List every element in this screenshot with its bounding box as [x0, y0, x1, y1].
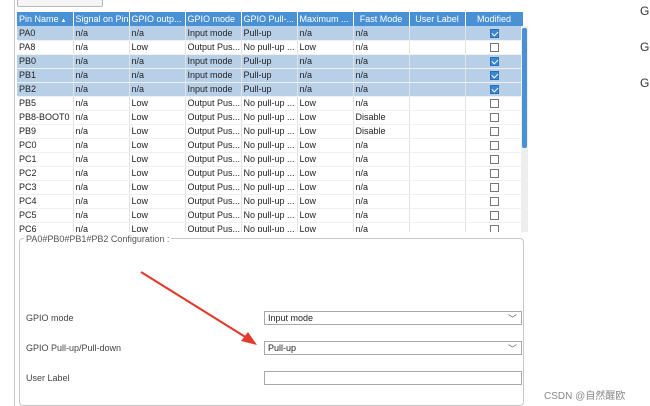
annotation-arrow	[140, 271, 257, 345]
annotation-arrow-head	[241, 332, 257, 345]
right-panel-text: G	[640, 4, 650, 18]
right-panel-text: G	[640, 76, 650, 90]
annotation-arrow-shaft	[140, 271, 248, 339]
right-panel-text: G	[640, 40, 650, 54]
pin-configuration-panel: Pin Name ▲ Signal on Pin GPIO outp... GPI…	[14, 0, 529, 406]
watermark: CSDN @自然醒欧	[544, 391, 626, 402]
